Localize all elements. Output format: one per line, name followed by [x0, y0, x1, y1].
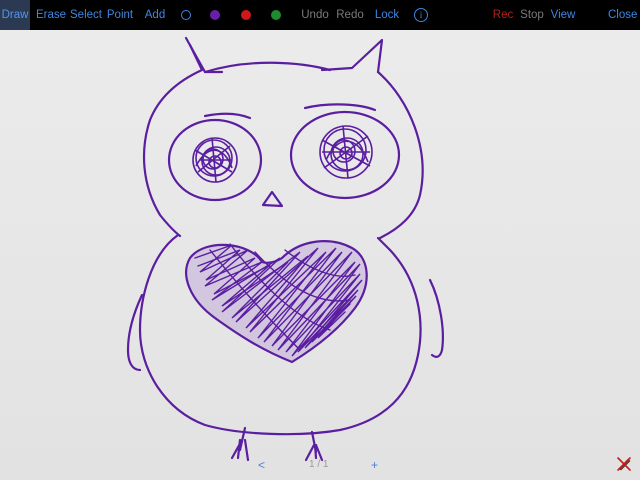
add-page-button[interactable]: +	[371, 456, 378, 474]
owl-top-head-stroke	[203, 61, 332, 74]
owl-right-head-stroke	[376, 70, 424, 240]
owl-drawing[interactable]	[0, 30, 640, 480]
owl-left-ear-stroke	[184, 36, 224, 74]
color-swatch-green[interactable]	[271, 10, 281, 20]
add-tool-button[interactable]: Add	[142, 0, 168, 30]
owl-beak-stroke	[261, 190, 284, 208]
owl-right-eye-brow	[303, 103, 377, 112]
previous-page-button[interactable]: <	[258, 456, 265, 474]
owl-right-wing-stroke	[428, 278, 444, 358]
bottom-page-bar: < 1 / 1 +	[0, 456, 640, 476]
owl-right-pupil-scribble	[319, 125, 373, 179]
owl-left-pupil-scribble	[192, 137, 238, 183]
select-tool-button[interactable]: Select	[70, 0, 102, 30]
owl-head-stroke	[142, 43, 204, 238]
lock-button[interactable]: Lock	[374, 0, 400, 30]
page-indicator: 1 / 1	[309, 459, 329, 470]
color-swatch-selected-outline[interactable]	[181, 10, 191, 20]
undo-button[interactable]: Undo	[300, 0, 330, 30]
redo-button[interactable]: Redo	[336, 0, 364, 30]
owl-left-eye-brow	[203, 112, 252, 120]
record-button[interactable]: Rec	[492, 0, 514, 30]
color-swatch-red[interactable]	[241, 10, 251, 20]
color-swatch-purple[interactable]	[210, 10, 220, 20]
owl-right-ear-stroke	[320, 38, 384, 74]
clear-pen-icon[interactable]	[616, 456, 632, 472]
info-icon[interactable]: i	[414, 8, 428, 22]
draw-tool-button[interactable]: Draw	[0, 0, 30, 30]
view-button[interactable]: View	[550, 0, 576, 30]
point-tool-button[interactable]: Point	[106, 0, 134, 30]
top-toolbar: Draw Erase Select Point Add Undo Redo Lo…	[0, 0, 640, 30]
erase-tool-button[interactable]: Erase	[36, 0, 66, 30]
stop-button[interactable]: Stop	[520, 0, 544, 30]
owl-heart-scribble	[185, 240, 368, 364]
close-button[interactable]: Close	[608, 0, 637, 30]
